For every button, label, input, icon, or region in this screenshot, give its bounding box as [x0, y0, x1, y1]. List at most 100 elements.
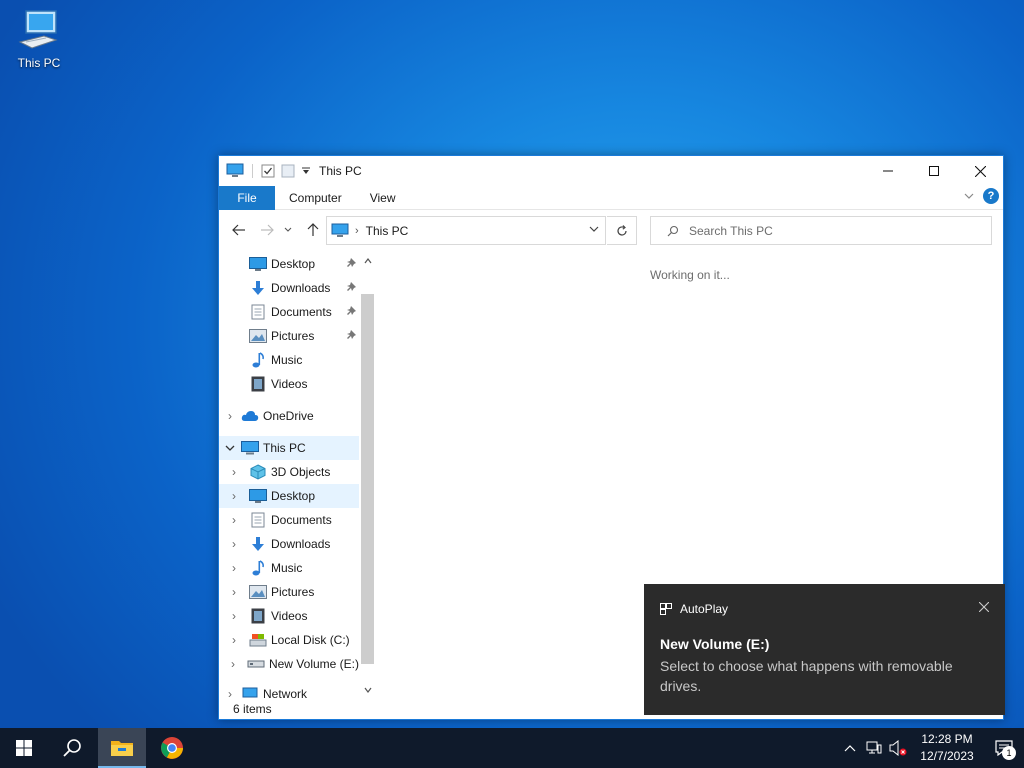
- navigation-bar: › This PC Search This PC: [219, 210, 1003, 250]
- collapse-chevron-icon[interactable]: [219, 444, 241, 452]
- breadcrumb-this-pc[interactable]: This PC: [366, 224, 409, 238]
- pictures-icon: [249, 584, 267, 600]
- back-arrow-icon: [232, 224, 245, 236]
- ribbon-tabs: File Computer View ?: [219, 185, 1003, 210]
- scroll-up-arrow-icon[interactable]: [359, 252, 376, 269]
- nav-item-downloads[interactable]: › Downloads: [219, 532, 359, 556]
- expand-chevron-icon[interactable]: ›: [219, 465, 249, 479]
- expand-chevron-icon[interactable]: ›: [219, 489, 249, 503]
- expand-chevron-icon[interactable]: ›: [219, 409, 241, 423]
- desktop-icon-this-pc[interactable]: This PC: [8, 8, 70, 78]
- nav-item-local-disk-c[interactable]: › Local Disk (C:): [219, 628, 359, 652]
- new-folder-icon[interactable]: [281, 164, 295, 178]
- close-button[interactable]: [957, 156, 1003, 186]
- nav-item-this-pc[interactable]: This PC: [219, 436, 359, 460]
- tab-computer[interactable]: Computer: [275, 186, 356, 210]
- tab-file[interactable]: File: [219, 185, 275, 210]
- start-button[interactable]: [0, 728, 48, 768]
- expand-chevron-icon[interactable]: ›: [219, 537, 249, 551]
- documents-icon: [249, 512, 267, 528]
- title-bar[interactable]: This PC: [219, 156, 1003, 186]
- ribbon-right-controls: ?: [963, 188, 999, 204]
- expand-chevron-icon[interactable]: ›: [219, 657, 247, 671]
- clock-date: 12/7/2023: [920, 749, 974, 763]
- videos-icon: [249, 608, 267, 624]
- nav-item-quick-downloads[interactable]: Downloads: [219, 276, 359, 300]
- back-button[interactable]: [229, 220, 249, 240]
- pin-icon[interactable]: [347, 330, 357, 340]
- downloads-icon: [249, 536, 267, 552]
- properties-icon[interactable]: [261, 164, 275, 178]
- taskbar-chrome[interactable]: [148, 728, 196, 768]
- nav-item-label: This PC: [263, 441, 306, 455]
- network-tray-button[interactable]: [862, 728, 886, 768]
- taskbar-file-explorer[interactable]: [98, 728, 146, 768]
- action-center-button[interactable]: 1: [984, 728, 1024, 768]
- expand-chevron-icon[interactable]: ›: [219, 609, 249, 623]
- expand-ribbon-chevron-icon[interactable]: [963, 191, 975, 201]
- nav-item-quick-desktop[interactable]: Desktop: [219, 252, 359, 276]
- nav-item-documents[interactable]: › Documents: [219, 508, 359, 532]
- scroll-down-arrow-icon[interactable]: [359, 681, 376, 698]
- nav-item-pictures[interactable]: › Pictures: [219, 580, 359, 604]
- taskbar-search-button[interactable]: [48, 728, 96, 768]
- address-bar[interactable]: › This PC: [326, 216, 606, 245]
- toast-app-name: AutoPlay: [680, 602, 729, 616]
- address-dropdown-icon[interactable]: [589, 225, 599, 233]
- refresh-button[interactable]: [607, 216, 637, 245]
- nav-item-new-volume-e[interactable]: › New Volume (E:): [219, 652, 359, 676]
- taskbar-clock[interactable]: 12:28 PM 12/7/2023: [910, 731, 984, 765]
- nav-item-network[interactable]: › Network: [219, 682, 359, 698]
- content-loading-message: Working on it...: [650, 268, 730, 282]
- pin-icon[interactable]: [347, 282, 357, 292]
- expand-chevron-icon[interactable]: ›: [219, 633, 249, 647]
- nav-item-onedrive[interactable]: › OneDrive: [219, 404, 359, 428]
- nav-item-quick-pictures[interactable]: Pictures: [219, 324, 359, 348]
- chevron-up-icon: [844, 745, 856, 752]
- search-box[interactable]: Search This PC: [650, 216, 992, 245]
- recent-locations-button[interactable]: [282, 220, 294, 240]
- maximize-button[interactable]: [911, 156, 957, 186]
- nav-item-label: Videos: [271, 377, 308, 391]
- search-icon: [667, 225, 679, 236]
- up-button[interactable]: [303, 220, 323, 240]
- this-pc-icon: [241, 440, 259, 456]
- expand-chevron-icon[interactable]: ›: [219, 561, 249, 575]
- autoplay-notification[interactable]: AutoPlay New Volume (E:) Select to choos…: [644, 584, 1005, 715]
- up-arrow-icon: [307, 223, 319, 236]
- nav-item-quick-documents[interactable]: Documents: [219, 300, 359, 324]
- nav-pane-scrollbar[interactable]: [359, 252, 376, 698]
- volume-tray-button[interactable]: [886, 728, 910, 768]
- desktop-icon-label: This PC: [17, 56, 61, 70]
- customize-toolbar-chevron-icon[interactable]: [301, 166, 311, 176]
- show-hidden-icons-button[interactable]: [838, 728, 862, 768]
- toolbar-separator: [252, 164, 253, 178]
- breadcrumb-chevron-icon[interactable]: ›: [355, 225, 359, 237]
- nav-item-videos[interactable]: › Videos: [219, 604, 359, 628]
- computer-icon: [18, 10, 58, 49]
- nav-item-3d-objects[interactable]: › 3D Objects: [219, 460, 359, 484]
- desktop-icon: [249, 256, 267, 272]
- tab-view[interactable]: View: [356, 186, 410, 210]
- local-disk-icon: [249, 632, 267, 648]
- pin-icon[interactable]: [347, 258, 357, 268]
- help-button[interactable]: ?: [983, 188, 999, 204]
- nav-item-label: OneDrive: [263, 409, 314, 423]
- expand-chevron-icon[interactable]: ›: [219, 687, 241, 698]
- expand-chevron-icon[interactable]: ›: [219, 513, 249, 527]
- pin-icon[interactable]: [347, 306, 357, 316]
- forward-button[interactable]: [257, 220, 277, 240]
- nav-item-quick-music[interactable]: Music: [219, 348, 359, 372]
- toast-close-button[interactable]: [978, 601, 990, 615]
- nav-item-desktop[interactable]: › Desktop: [219, 484, 359, 508]
- onedrive-icon: [241, 408, 259, 424]
- nav-item-label: New Volume (E:): [268, 657, 359, 671]
- music-icon: [249, 560, 267, 576]
- close-icon: [974, 165, 986, 177]
- nav-item-quick-videos[interactable]: Videos: [219, 372, 359, 396]
- scrollbar-thumb[interactable]: [361, 294, 374, 664]
- minimize-button[interactable]: [865, 156, 911, 186]
- expand-chevron-icon[interactable]: ›: [219, 585, 249, 599]
- nav-item-label: Desktop: [271, 257, 316, 271]
- nav-item-music[interactable]: › Music: [219, 556, 359, 580]
